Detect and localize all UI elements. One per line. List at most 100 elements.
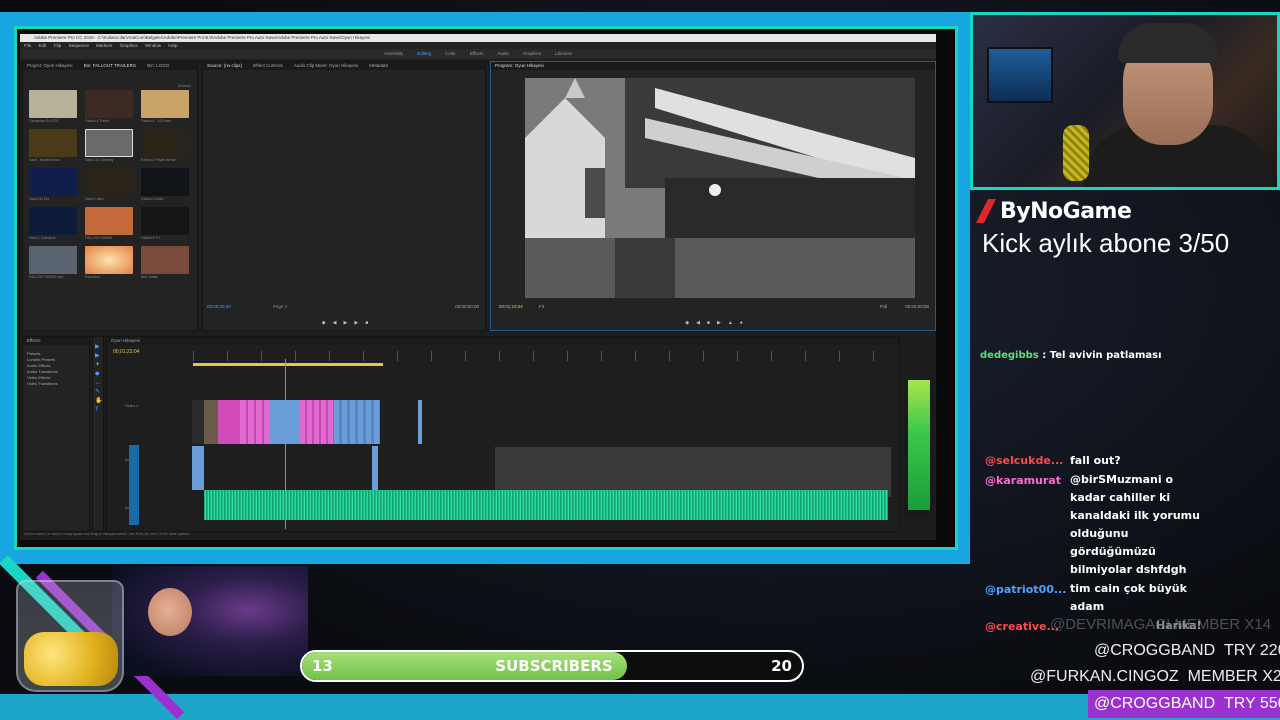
source-page[interactable]: Page 1 — [273, 304, 287, 309]
video-clip[interactable] — [204, 400, 218, 444]
chat-user[interactable]: @selcukde... — [985, 454, 1063, 467]
menu-graphics[interactable]: Graphics — [120, 43, 138, 48]
tab-metadata[interactable]: Metadata — [369, 63, 388, 68]
step-back-icon[interactable]: ◀ — [333, 320, 337, 328]
program-fit-select[interactable]: Fit — [539, 304, 544, 309]
tab-bin-logo[interactable]: Bin: LOGO — [147, 63, 169, 68]
bin-item[interactable]: Fallout 4 Power Armor — [141, 129, 189, 164]
slip-tool-icon[interactable]: ↔ — [95, 379, 101, 388]
step-forward-icon[interactable]: ▶ — [717, 320, 721, 328]
webcam-frame — [970, 12, 1280, 190]
audio-track-target[interactable] — [129, 445, 139, 525]
subscriber-goal-bar: 13 SUBSCRIBERS 20 — [300, 650, 804, 682]
tab-bin-fallout[interactable]: Bin: FALLOUT TRAILERS — [84, 63, 136, 68]
ticker-item: @FURKAN.CINGOZ MEMBER X26 — [1030, 668, 1280, 686]
video-clip[interactable] — [418, 400, 422, 444]
video-track — [192, 400, 888, 444]
chat-user[interactable]: @creative... — [985, 620, 1059, 633]
chat-message: fall out? — [1070, 454, 1121, 467]
chat-user[interactable]: @patriot00... — [985, 583, 1066, 596]
program-transport: ◆ ◀ ■ ▶ ▲ ● — [491, 320, 936, 328]
mark-in-icon[interactable]: ◆ — [685, 320, 689, 328]
bin-item[interactable]: Vault 111 Opening — [85, 129, 133, 164]
ripple-edit-icon[interactable]: ✦ — [95, 361, 101, 370]
track-select-icon[interactable]: ▶ — [95, 352, 101, 361]
chat-user[interactable]: @karamurat — [985, 474, 1061, 487]
razor-tool-icon[interactable]: ◆ — [95, 370, 101, 379]
source-timecode-in: 00;00;00;00 — [207, 304, 231, 309]
bin-item[interactable]: Vault 1 Cutscene — [29, 207, 77, 242]
video-clip[interactable] — [240, 400, 270, 444]
export-frame-icon[interactable]: ● — [740, 320, 743, 328]
menu-edit[interactable]: Edit — [39, 43, 47, 48]
step-back-icon[interactable]: ◀ — [696, 320, 700, 328]
effects-tab[interactable]: Effects — [23, 337, 89, 345]
bin-item[interactable]: Vault 111 Ext — [29, 168, 77, 203]
chat-user[interactable]: dedegibbs — [980, 350, 1039, 361]
bin-item[interactable]: Gameplay Ex 0201 — [29, 90, 77, 125]
bin-item[interactable]: Fallout 4 TV — [141, 207, 189, 242]
step-forward-icon[interactable]: ▶ — [354, 320, 358, 328]
mark-in-icon[interactable]: ◆ — [322, 320, 326, 328]
video-clip[interactable] — [300, 400, 334, 444]
lift-icon[interactable]: ▲ — [728, 320, 733, 328]
bin-item[interactable]: FALLOUT BOMB.mp4 — [29, 246, 77, 281]
ws-audio[interactable]: Audio — [497, 49, 509, 59]
menu-sequence[interactable]: Sequence — [69, 43, 89, 48]
tag-info: TRY 550 — [1224, 695, 1280, 712]
tab-source[interactable]: Source: (no clips) — [207, 63, 242, 68]
type-tool-icon[interactable]: T — [95, 406, 101, 415]
bin-item[interactable]: Vault - Nuclear Kiss — [29, 129, 77, 164]
bin-item[interactable]: Explosion — [85, 246, 133, 281]
timeline-tab[interactable]: Oyun Hikayesi — [107, 337, 899, 345]
bin-item[interactable]: Fallout 4 Trailer — [85, 90, 133, 125]
workspace-bar: Assembly Editing Color Effects Audio Gra… — [20, 49, 936, 59]
audio1-track — [192, 446, 888, 490]
bin-thumbnails: Gameplay Ex 0201 Fallout 4 Trailer Fallo… — [29, 90, 191, 281]
tab-effect-controls[interactable]: Effect Controls — [253, 63, 282, 68]
source-timecode-out: 00;00;00;00 — [455, 304, 479, 309]
menu-window[interactable]: Window — [145, 43, 161, 48]
bottom-tag: @CROGGBAND TRY 550 — [1088, 690, 1280, 718]
selection-tool-icon[interactable]: ▶ — [95, 343, 101, 352]
play-icon[interactable]: ▶ — [343, 320, 347, 328]
ws-libraries[interactable]: Libraries — [555, 49, 572, 59]
work-area-bar[interactable] — [193, 363, 383, 366]
ws-graphics[interactable]: Graphics — [523, 49, 541, 59]
bin-item[interactable]: FALLOUT BOMB — [85, 207, 133, 242]
brand-name: ByNoGame — [1000, 198, 1132, 224]
ws-assembly[interactable]: Assembly — [384, 49, 404, 59]
video-clip[interactable] — [192, 400, 204, 444]
menu-file[interactable]: File — [24, 43, 31, 48]
program-tab: Program: Oyun Hikayesi — [491, 62, 935, 70]
pen-tool-icon[interactable]: ✎ — [95, 388, 101, 397]
audio2-waveform[interactable] — [204, 490, 888, 520]
stream-overlay: Adobe Premiere Pro CC 2015 - C:\Kullanıc… — [0, 0, 1280, 720]
ticker-item: @CROGGBAND TRY 220 — [1094, 642, 1280, 660]
menu-markers[interactable]: Markers — [96, 43, 112, 48]
ws-editing[interactable]: Editing — [417, 49, 431, 59]
time-ruler[interactable] — [193, 351, 893, 361]
effects-item[interactable]: Video Transitions — [27, 381, 85, 387]
video-clip[interactable] — [270, 400, 300, 444]
bin-item[interactable]: Bos Trailer — [141, 246, 189, 281]
bin-item[interactable]: Fallout 4 - 101 Intro — [141, 90, 189, 125]
bin-item[interactable]: Vault 1 Intro — [85, 168, 133, 203]
video-clip[interactable] — [218, 400, 240, 444]
menu-help[interactable]: Help — [168, 43, 177, 48]
hand-tool-icon[interactable]: ✋ — [95, 397, 102, 406]
tab-audio-mixer[interactable]: Audio Clip Mixer: Oyun Hikayesi — [294, 63, 358, 68]
audio-clip[interactable] — [372, 446, 378, 490]
program-resolution-select[interactable]: Full — [880, 304, 887, 309]
menu-clip[interactable]: Clip — [54, 43, 62, 48]
tab-project[interactable]: Project: Oyun Hikayesi — [27, 63, 73, 68]
stop-icon[interactable]: ■ — [707, 320, 710, 328]
ws-effects[interactable]: Effects — [470, 49, 484, 59]
video-clip[interactable] — [334, 400, 380, 444]
background-monitor — [987, 47, 1053, 103]
tools-panel: ▶ ▶ ✦ ◆ ↔ ✎ ✋ T — [92, 336, 104, 532]
audio-clip[interactable] — [192, 446, 204, 490]
insert-icon[interactable]: ■ — [365, 320, 368, 328]
bin-item[interactable]: Fallout 4 Nuke — [141, 168, 189, 203]
ws-color[interactable]: Color — [445, 49, 456, 59]
